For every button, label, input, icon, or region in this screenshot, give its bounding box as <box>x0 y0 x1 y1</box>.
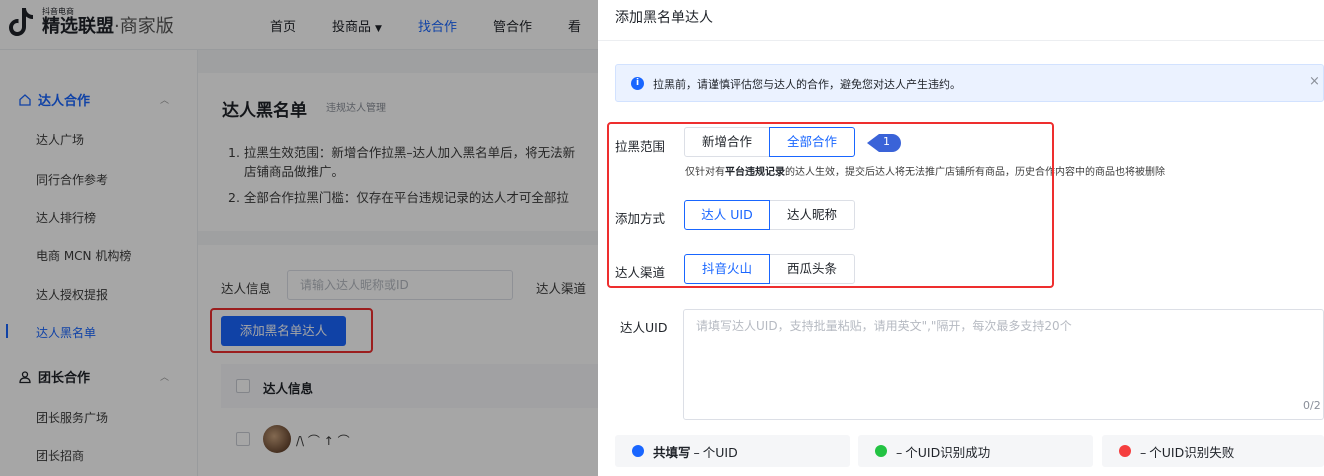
stat-total-text: 共填写 – 个UID <box>653 445 738 460</box>
drawer-title: 添加黑名单达人 <box>615 10 713 26</box>
modal-overlay[interactable] <box>0 0 598 476</box>
close-icon[interactable]: × <box>1309 74 1320 89</box>
error-circle-icon <box>1119 445 1131 457</box>
divider <box>598 40 1324 41</box>
uid-placeholder: 请填写达人UID，支持批量粘贴，请用英文","隔开，每次最多支持20个 <box>696 319 1072 333</box>
stat-success-text: – 个UID识别成功 <box>896 445 991 460</box>
check-circle-icon <box>875 445 887 457</box>
scope-option-all[interactable]: 全部合作 <box>769 127 855 157</box>
uid-char-count: 0/2 <box>1303 399 1321 412</box>
info-icon: i <box>631 77 644 90</box>
stat-fail-text: – 个UID识别失败 <box>1140 445 1235 460</box>
method-option-uid[interactable]: 达人 UID <box>684 200 770 230</box>
uid-label: 达人UID <box>620 320 668 335</box>
pie-chart-icon <box>632 445 644 457</box>
alert-text: 拉黑前，请谨慎评估您与达人的合作，避免您对达人产生违约。 <box>653 78 961 91</box>
channel-option-douyin[interactable]: 抖音火山 <box>684 254 770 284</box>
